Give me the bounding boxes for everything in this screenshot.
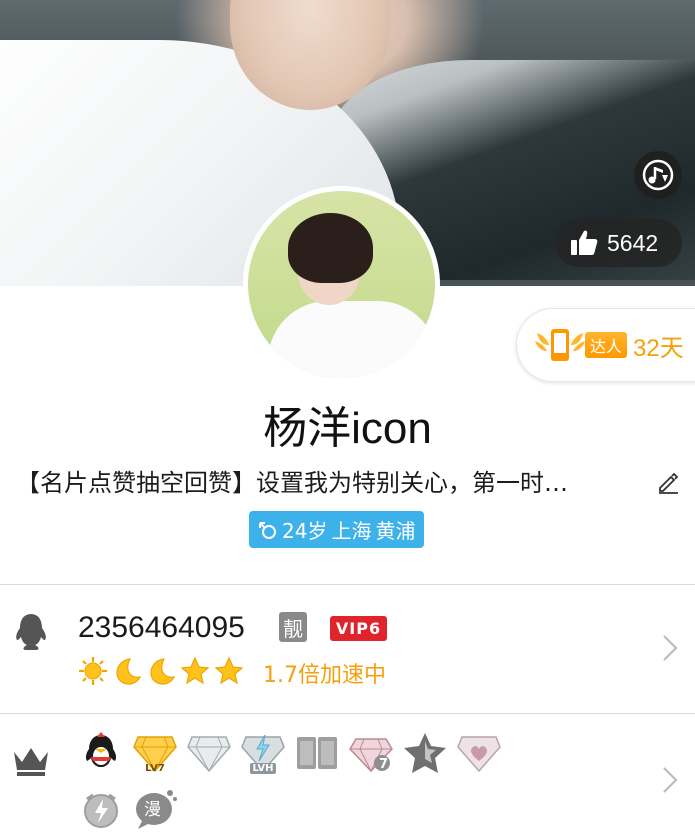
city-text: 上海	[331, 519, 372, 543]
star-icon	[180, 656, 210, 685]
comic-label: 漫	[144, 800, 161, 820]
profile-info-tag: 24岁 上海 黄浦	[249, 511, 425, 548]
edit-icon[interactable]	[656, 470, 680, 494]
heart-diamond-badge[interactable]	[456, 730, 502, 776]
star-icon	[214, 656, 244, 685]
qq-number: 2356464095	[78, 611, 245, 644]
ruby-badge[interactable]: 7	[348, 730, 394, 776]
qq-penguin-icon	[16, 614, 46, 650]
divider	[0, 584, 695, 585]
nickname: 杨洋icon	[263, 404, 432, 453]
gold-diamond-label: LV7	[145, 763, 165, 774]
speed-badge[interactable]	[78, 786, 124, 832]
speed-text: 1.7倍加速中	[263, 663, 386, 688]
sun-icon	[79, 657, 107, 685]
qq-penguin-badge[interactable]	[78, 730, 124, 776]
avatar[interactable]	[248, 191, 435, 378]
divider	[0, 713, 695, 714]
vip-badge: VIP6	[330, 616, 387, 641]
ruby-label: 7	[379, 757, 389, 772]
signature-text[interactable]: 【名片点赞抽空回赞】设置我为特别关心，第一时…	[16, 466, 656, 500]
book-badge[interactable]	[294, 730, 340, 776]
male-icon	[259, 521, 276, 539]
star-badge[interactable]	[402, 730, 448, 776]
lightning-diamond-badge[interactable]: LVH	[240, 730, 286, 776]
lightning-diamond-label: LVH	[250, 763, 276, 774]
level-icons	[78, 655, 244, 687]
avatar-hair	[288, 213, 373, 283]
moon-icon	[116, 658, 142, 685]
liang-badge: 靓	[279, 612, 307, 642]
crown-icon	[14, 748, 48, 776]
like-button[interactable]: 5642	[555, 219, 682, 267]
district-text: 黄浦	[375, 519, 416, 543]
music-button[interactable]	[634, 151, 682, 199]
comic-badge[interactable]: 漫	[132, 786, 178, 832]
like-count: 5642	[607, 229, 659, 256]
music-note-icon	[642, 159, 674, 191]
badge-list: LV7 LVH 7 漫	[78, 730, 548, 832]
thumbs-up-icon	[571, 230, 598, 255]
daren-label: 达人	[585, 332, 628, 358]
avatar-body	[268, 301, 435, 378]
chevron-right-icon	[663, 635, 678, 661]
daren-days: 32天	[633, 334, 684, 362]
chevron-right-icon	[663, 767, 678, 793]
age-text: 24岁	[282, 519, 328, 543]
winged-phone-icon	[535, 329, 585, 361]
avatar-frame[interactable]	[243, 186, 440, 383]
silver-diamond-badge[interactable]	[186, 730, 232, 776]
moon-icon	[150, 658, 176, 685]
gold-diamond-badge[interactable]: LV7	[132, 730, 178, 776]
daren-badge[interactable]: 达人 32天	[516, 308, 695, 382]
